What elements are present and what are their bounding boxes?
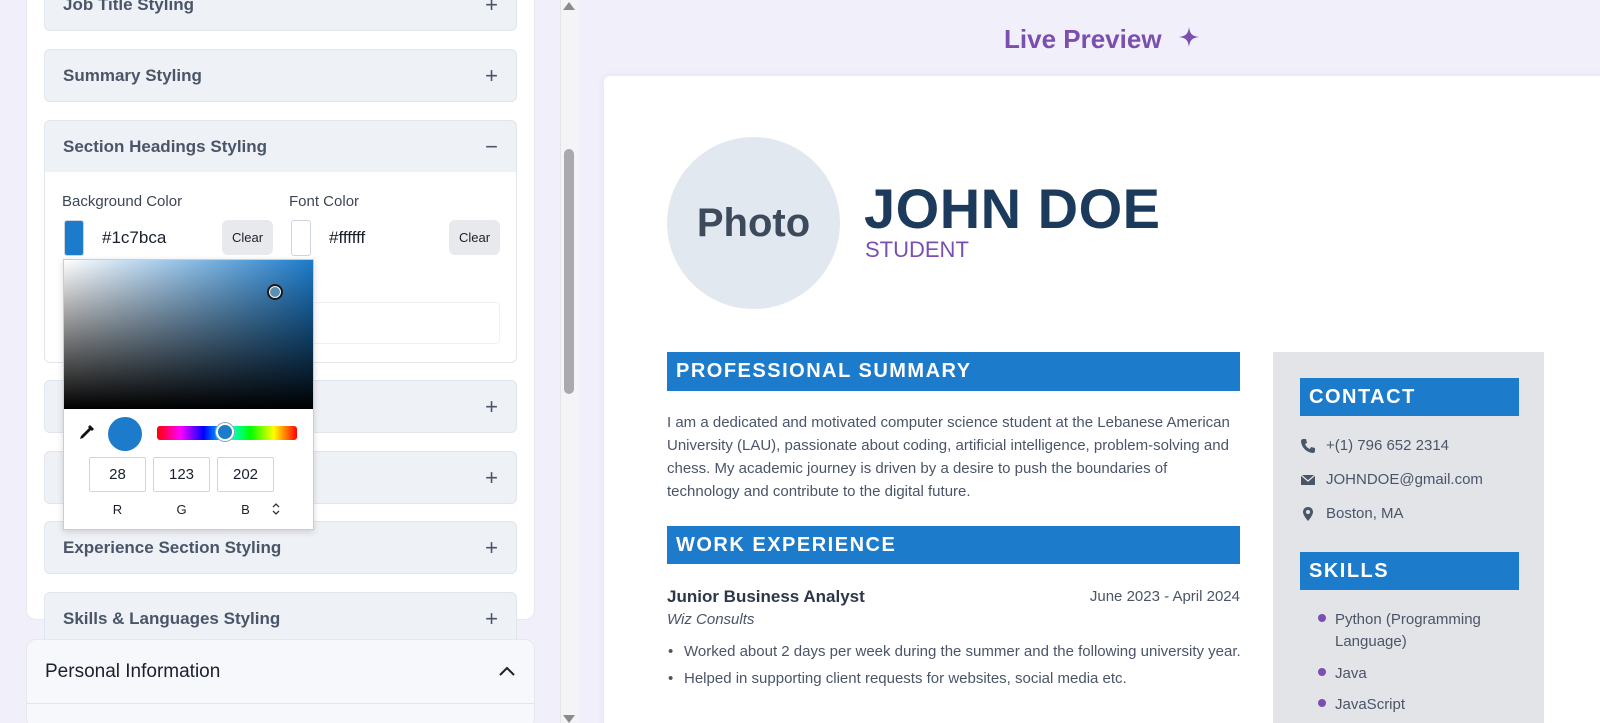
live-preview-title: Live Preview bbox=[1004, 24, 1162, 54]
accordion-title: Job Title Styling bbox=[63, 0, 194, 14]
skill-bullet bbox=[1318, 668, 1326, 676]
plus-icon: + bbox=[485, 393, 498, 419]
contact-location: Boston, MA bbox=[1300, 505, 1404, 522]
red-label: R bbox=[112, 502, 123, 517]
skills-heading: SKILLS bbox=[1300, 552, 1519, 590]
accordion-title: Skills & Languages Styling bbox=[63, 608, 281, 628]
contact-phone-text: +(1) 796 652 2314 bbox=[1326, 437, 1450, 454]
photo-placeholder[interactable]: Photo bbox=[667, 137, 840, 309]
experience-dates: June 2023 - April 2024 bbox=[1089, 588, 1240, 605]
font-color-label: Font Color bbox=[289, 193, 360, 210]
color-picker-popover: 28 123 202 R G B bbox=[63, 259, 314, 530]
map-pin-icon bbox=[1303, 506, 1313, 521]
resume-name: JOHN DOE bbox=[864, 177, 1161, 240]
font-clear-button[interactable]: Clear bbox=[449, 220, 500, 255]
plus-icon: + bbox=[485, 464, 498, 490]
phone-icon bbox=[1301, 438, 1315, 453]
photo-label: Photo bbox=[696, 200, 811, 245]
skill-item: Python (Programming Language) bbox=[1335, 611, 1481, 650]
plus-icon: + bbox=[485, 0, 498, 17]
hidden-input-field[interactable] bbox=[296, 302, 500, 344]
accordion-title: Summary Styling bbox=[63, 65, 202, 85]
personal-information-header[interactable]: Personal Information bbox=[27, 640, 534, 704]
experience-title: Junior Business Analyst bbox=[667, 587, 865, 606]
summary-text: I am a dedicated and motivated computer … bbox=[667, 414, 1230, 500]
experience-company: Wiz Consults bbox=[667, 611, 755, 628]
skill-bullet bbox=[1318, 699, 1326, 707]
accordion-skills-languages-styling[interactable]: Skills & Languages Styling + bbox=[44, 592, 517, 645]
resume-job-title: STUDENT bbox=[865, 237, 969, 262]
background-color-label: Background Color bbox=[62, 193, 183, 210]
accordion-title: Section Headings Styling bbox=[63, 136, 268, 156]
summary-heading: PROFESSIONAL SUMMARY bbox=[667, 352, 1240, 391]
experience-bullet: Helped in supporting client requests for… bbox=[667, 667, 1242, 690]
format-toggle-icon[interactable] bbox=[271, 503, 281, 515]
blue-label: B bbox=[241, 502, 250, 517]
accordion-summary-styling[interactable]: Summary Styling + bbox=[44, 49, 517, 102]
personal-information-panel: Personal Information bbox=[26, 639, 535, 723]
plus-icon: + bbox=[485, 534, 498, 560]
green-label: G bbox=[176, 502, 187, 517]
contact-location-text: Boston, MA bbox=[1326, 505, 1404, 522]
personal-information-title: Personal Information bbox=[45, 660, 221, 682]
contact-phone: +(1) 796 652 2314 bbox=[1300, 437, 1449, 454]
contact-heading: CONTACT bbox=[1300, 378, 1519, 416]
accordion-title: Experience Section Styling bbox=[63, 537, 282, 557]
skill-bullet bbox=[1318, 614, 1326, 622]
sparkle-icon bbox=[1179, 27, 1199, 47]
accordion-job-title-styling[interactable]: Job Title Styling + bbox=[44, 0, 517, 31]
plus-icon: + bbox=[485, 605, 498, 631]
eyedropper-icon[interactable] bbox=[76, 423, 96, 443]
minus-icon: − bbox=[485, 133, 498, 159]
chevron-up-icon[interactable] bbox=[498, 663, 516, 681]
color-preview-swatch bbox=[108, 417, 142, 451]
font-color-input[interactable]: #ffffff bbox=[329, 220, 439, 256]
red-input[interactable]: 28 bbox=[89, 457, 146, 492]
experience-bullet-list: Worked about 2 days per week during the … bbox=[667, 640, 1242, 694]
font-color-swatch[interactable] bbox=[291, 220, 311, 256]
hue-slider-thumb[interactable] bbox=[216, 423, 234, 441]
plus-icon: + bbox=[485, 62, 498, 88]
blue-input[interactable]: 202 bbox=[217, 457, 274, 492]
accordion-section-headings-styling[interactable]: Section Headings Styling − bbox=[44, 120, 517, 173]
skill-item: JavaScript bbox=[1335, 696, 1406, 713]
skill-item: Java bbox=[1335, 665, 1367, 682]
scrollbar-thumb[interactable] bbox=[564, 149, 574, 394]
background-color-swatch[interactable] bbox=[64, 220, 84, 256]
contact-email-text: JOHNDOE@gmail.com bbox=[1326, 471, 1483, 488]
work-experience-heading: WORK EXPERIENCE bbox=[667, 526, 1240, 564]
envelope-icon bbox=[1300, 474, 1316, 485]
scroll-up-arrow[interactable] bbox=[563, 2, 575, 10]
saturation-cursor[interactable] bbox=[267, 284, 283, 300]
experience-bullet: Worked about 2 days per week during the … bbox=[667, 640, 1242, 663]
background-clear-button[interactable]: Clear bbox=[222, 220, 273, 255]
contact-email: JOHNDOE@gmail.com bbox=[1300, 471, 1483, 488]
saturation-value-area[interactable] bbox=[64, 260, 313, 409]
green-input[interactable]: 123 bbox=[153, 457, 210, 492]
background-color-input[interactable]: #1c7bca bbox=[102, 220, 212, 256]
scroll-down-arrow[interactable] bbox=[563, 715, 575, 723]
